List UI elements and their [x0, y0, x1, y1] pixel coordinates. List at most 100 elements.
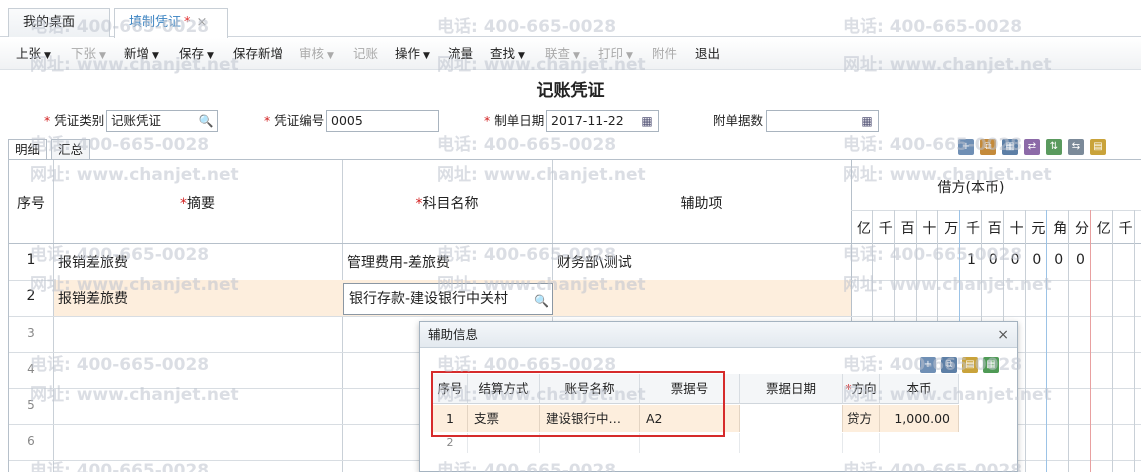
- operate-button[interactable]: 操作 ▼: [395, 38, 430, 70]
- close-tab-icon[interactable]: ×: [197, 15, 208, 30]
- prev-voucher-button[interactable]: 上张 ▼: [16, 38, 51, 70]
- calendar-icon[interactable]: ▦: [859, 113, 875, 129]
- digit-unit-label: 元: [1031, 221, 1046, 237]
- dialog-title-bar: 辅助信息 ×: [420, 322, 1017, 348]
- add-button[interactable]: 新增 ▼: [124, 38, 159, 70]
- copy-icon[interactable]: ⧉: [941, 357, 957, 373]
- swap-icon[interactable]: ⇆: [1068, 139, 1084, 155]
- audit-button[interactable]: 审核 ▼: [299, 38, 334, 70]
- dropdown-arrow-icon: ▼: [518, 51, 525, 61]
- digit-unit-label: 角: [1053, 221, 1068, 237]
- attachment-button[interactable]: 附件: [652, 38, 677, 70]
- tab-my-desktop[interactable]: 我的桌面: [8, 8, 110, 37]
- digit-unit-label: 亿: [1096, 221, 1111, 237]
- voucher-number-field[interactable]: 0005: [326, 110, 439, 132]
- insert-row-icon[interactable]: +: [920, 357, 936, 373]
- debit-digit: 0: [1054, 252, 1064, 268]
- tab-detail[interactable]: 明细: [8, 139, 48, 159]
- dropdown-arrow-icon: ▼: [573, 51, 580, 61]
- debit-digit: 0: [988, 252, 998, 268]
- debit-digit: 0: [1010, 252, 1020, 268]
- balance-icon[interactable]: ⇄: [1024, 139, 1040, 155]
- tab-bar: 我的桌面 填制凭证 * ×: [0, 0, 1141, 38]
- row-account[interactable]: 管理费用-差旅费: [347, 252, 450, 272]
- voucher-type-field[interactable]: 记账凭证 🔍: [106, 110, 218, 132]
- debit-digit: 0: [1076, 252, 1085, 268]
- insert-row-icon[interactable]: +: [958, 139, 974, 155]
- header-summary: *摘要: [180, 196, 215, 212]
- dialog-title: 辅助信息: [428, 327, 479, 342]
- voucher-title: 记账凭证: [536, 81, 605, 101]
- calculator-icon[interactable]: ▦: [1002, 139, 1018, 155]
- dropdown-arrow-icon: ▼: [626, 51, 633, 61]
- row-seq: 4: [27, 362, 35, 376]
- sort-icon[interactable]: ⇅: [1046, 139, 1062, 155]
- link-query-button[interactable]: 联查 ▼: [545, 38, 580, 70]
- header-aux: 辅助项: [680, 196, 723, 212]
- header-account: *科目名称: [415, 196, 479, 212]
- row-seq: 3: [27, 326, 35, 340]
- cell-direction[interactable]: 贷方: [843, 405, 880, 432]
- search-icon[interactable]: 🔍: [198, 113, 214, 129]
- dropdown-arrow-icon: ▼: [327, 51, 334, 61]
- post-button[interactable]: 记账: [353, 38, 378, 70]
- paste-icon[interactable]: ▤: [1090, 139, 1106, 155]
- watermark-text: 电话: 400-665-0028: [437, 135, 617, 155]
- close-icon[interactable]: ×: [997, 322, 1009, 348]
- calendar-icon[interactable]: ▦: [639, 113, 655, 129]
- row-seq: 5: [27, 398, 35, 412]
- next-voucher-button[interactable]: 下张 ▼: [71, 38, 106, 70]
- header-seq: 序号: [17, 196, 45, 212]
- export-icon[interactable]: ▦: [983, 357, 999, 373]
- digit-unit-label: 十: [922, 221, 937, 237]
- digit-unit-label: 十: [1009, 221, 1024, 237]
- tab-label: 我的桌面: [23, 15, 76, 30]
- tab-summary[interactable]: 汇总: [51, 139, 91, 159]
- debit-digit: 0: [1032, 252, 1042, 268]
- attachments-field[interactable]: ▦: [766, 110, 879, 132]
- digit-unit-label: 亿: [857, 221, 871, 237]
- row-seq: 1: [26, 252, 36, 268]
- print-button[interactable]: 打印 ▼: [598, 38, 633, 70]
- annotation-highlight-box: [431, 371, 725, 437]
- dropdown-arrow-icon: ▼: [44, 51, 51, 61]
- save-and-add-button[interactable]: 保存新增: [233, 38, 283, 70]
- date-field[interactable]: 2017-11-22 ▦: [546, 110, 659, 132]
- cell-bill-date[interactable]: 2017-11-22▦: [740, 405, 843, 432]
- row-summary[interactable]: 报销差旅费: [58, 288, 128, 308]
- dropdown-arrow-icon: ▼: [152, 51, 159, 61]
- tab-label: 填制凭证: [129, 15, 182, 30]
- toolbar: 上张 ▼ 下张 ▼ 新增 ▼ 保存 ▼ 保存新增 审核 ▼ 记账 操作 ▼ 流量 查找 ▼ 联…: [0, 38, 1141, 70]
- dropdown-arrow-icon: ▼: [423, 51, 430, 61]
- grid-toolbar: + ⧉ ▦ ⇄ ⇅ ⇆ ▤: [958, 138, 1141, 158]
- exit-button[interactable]: 退出: [695, 38, 720, 70]
- save-button[interactable]: 保存 ▼: [179, 38, 214, 70]
- cash-flow-button[interactable]: 流量: [448, 38, 473, 70]
- col-amount: 本币: [880, 374, 959, 404]
- search-icon[interactable]: 🔍: [534, 286, 549, 314]
- tab-fill-voucher[interactable]: 填制凭证 * ×: [114, 8, 228, 38]
- digit-unit-label: 千: [1118, 221, 1133, 237]
- row-aux[interactable]: 财务部\测试: [557, 252, 632, 272]
- dropdown-arrow-icon: ▼: [207, 51, 214, 61]
- voucher-type-label: * 凭证类别: [44, 113, 105, 128]
- digit-unit-label: 百: [987, 221, 1002, 237]
- find-button[interactable]: 查找 ▼: [490, 38, 525, 70]
- copy-row-icon[interactable]: ⧉: [980, 139, 996, 155]
- digit-unit-label: 百: [900, 221, 915, 237]
- digit-unit-label: 千: [878, 221, 893, 237]
- digit-unit-label: 千: [966, 221, 980, 237]
- date-label: * 制单日期: [484, 113, 545, 128]
- dropdown-arrow-icon: ▼: [99, 51, 106, 61]
- col-direction: *方向: [843, 374, 880, 404]
- digit-unit-label: 分: [1075, 221, 1089, 237]
- cell-amount[interactable]: 1,000.00: [880, 405, 959, 432]
- col-bill-date: 票据日期: [740, 374, 843, 404]
- digit-unit-label: 万: [944, 221, 959, 237]
- row-summary[interactable]: 报销差旅费: [58, 252, 128, 272]
- account-edit-field[interactable]: 银行存款-建设银行中关村 🔍: [343, 283, 553, 315]
- row-seq: 2: [26, 288, 36, 304]
- header-debit: 借方(本币): [937, 180, 1005, 196]
- paste-icon[interactable]: ▤: [962, 357, 978, 373]
- row-seq: 6: [27, 434, 35, 448]
